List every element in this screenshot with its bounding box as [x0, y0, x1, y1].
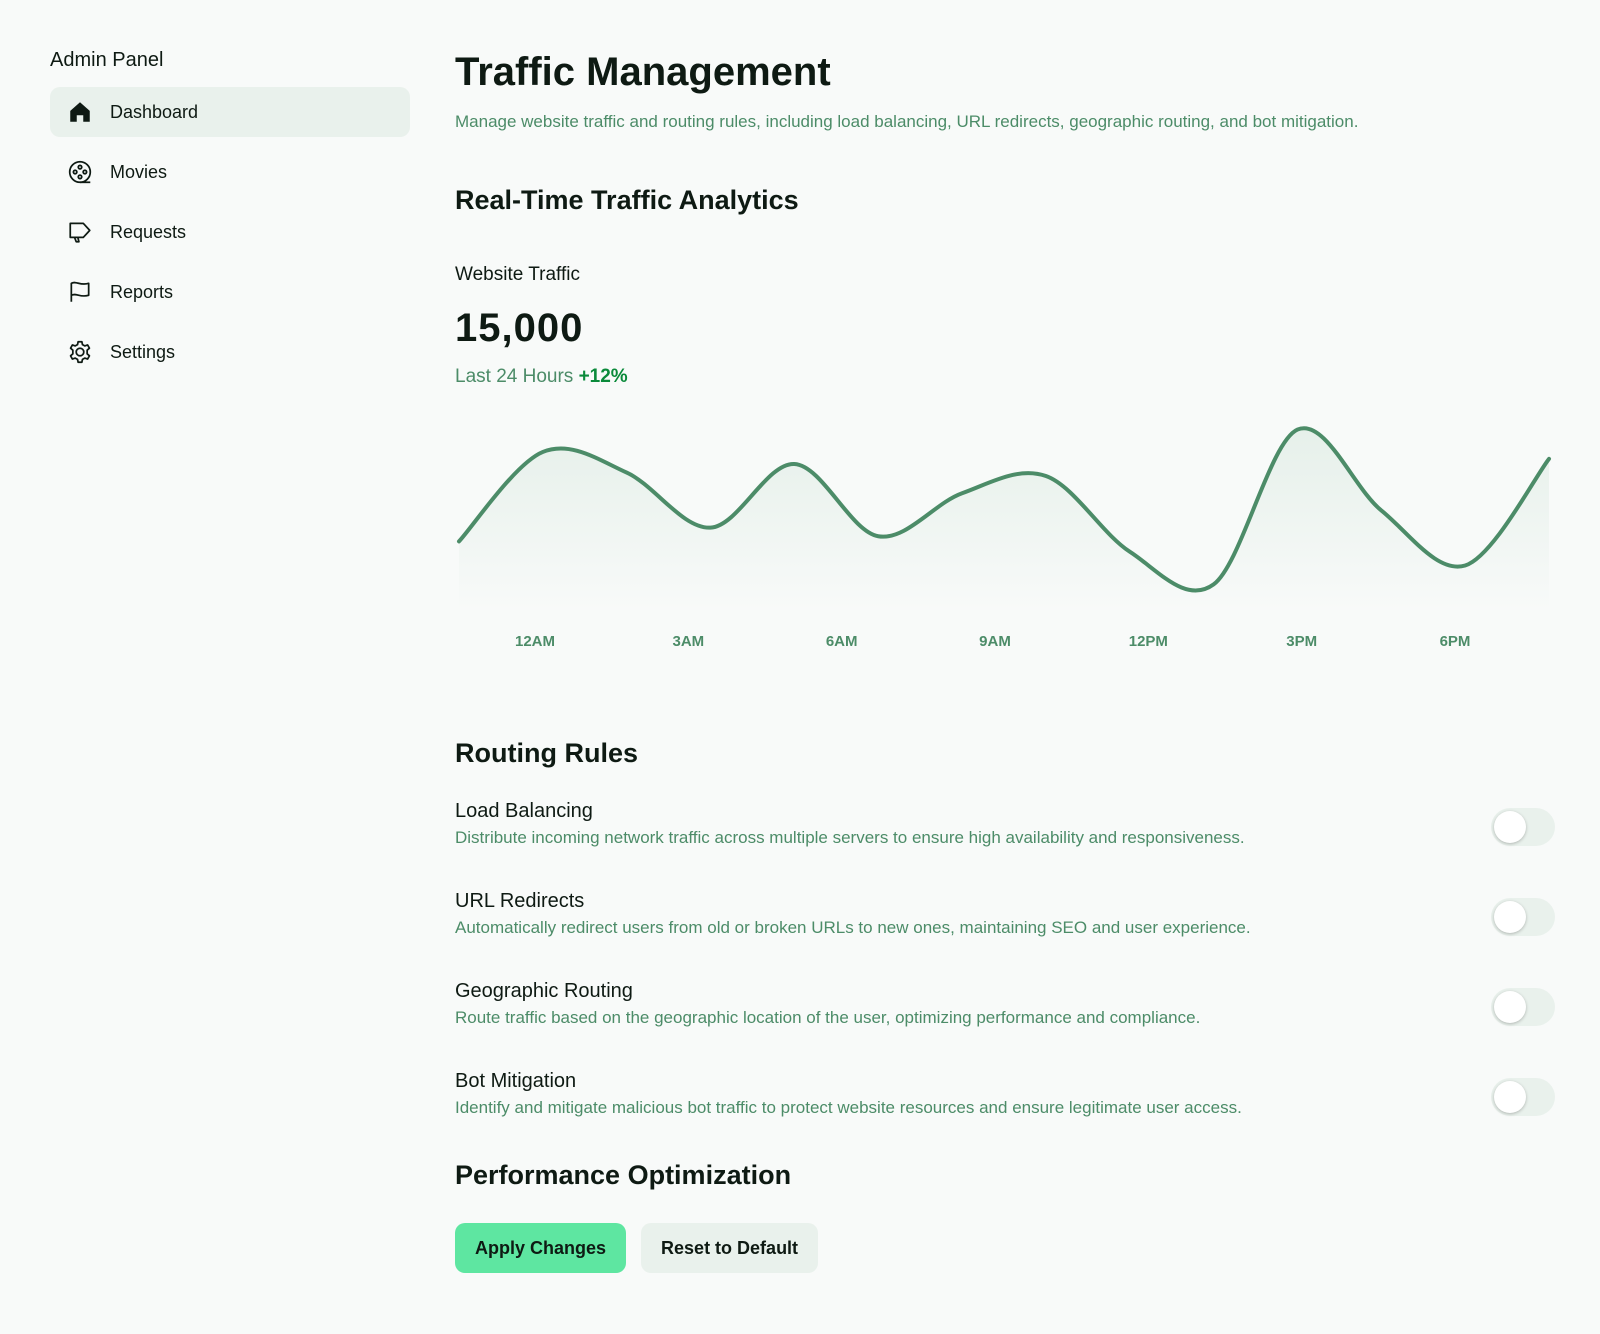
sidebar-title: Admin Panel: [50, 49, 164, 71]
rule-description: Route traffic based on the geographic lo…: [455, 1008, 1201, 1027]
x-tick-label: 9AM: [979, 633, 1011, 650]
performance-section-title: Performance Optimization: [455, 1160, 792, 1190]
toggle-knob: [1494, 901, 1526, 933]
rule-bot-mitigation: Bot Mitigation Identify and mitigate mal…: [455, 1067, 1555, 1129]
sidebar-item-requests[interactable]: Requests: [50, 207, 410, 257]
sidebar-item-label: Settings: [110, 341, 176, 362]
flag-icon: [66, 278, 94, 306]
sidebar-item-label: Dashboard: [110, 101, 199, 122]
reset-to-default-button[interactable]: Reset to Default: [641, 1223, 819, 1273]
sidebar-item-dashboard[interactable]: Dashboard: [50, 87, 410, 137]
traffic-chart: [455, 411, 1553, 611]
rule-title: URL Redirects: [455, 890, 585, 912]
sidebar-item-label: Reports: [110, 281, 174, 302]
sidebar: Admin Panel Dashboard Movies Requests Re…: [50, 44, 410, 387]
load-balancing-toggle[interactable]: [1491, 808, 1555, 846]
stat-meta: Last 24 Hours +12%: [455, 363, 1555, 391]
film-reel-icon: [66, 158, 94, 186]
apply-changes-button[interactable]: Apply Changes: [455, 1223, 627, 1273]
url-redirects-toggle[interactable]: [1491, 898, 1555, 936]
megaphone-icon: [66, 218, 94, 246]
stat-period: Last 24 Hours: [455, 366, 574, 387]
stat-value: 15,000: [455, 306, 584, 350]
sidebar-item-settings[interactable]: Settings: [50, 327, 410, 377]
gear-icon: [66, 338, 94, 366]
rule-title: Bot Mitigation: [455, 1070, 577, 1092]
geographic-routing-toggle[interactable]: [1491, 988, 1555, 1026]
stat-label: Website Traffic: [455, 264, 580, 285]
bot-mitigation-toggle[interactable]: [1491, 1078, 1555, 1116]
rule-title: Load Balancing: [455, 800, 593, 822]
main-content: Traffic Management Manage website traffi…: [455, 44, 1555, 1273]
x-tick-label: 12AM: [514, 633, 556, 650]
sidebar-item-reports[interactable]: Reports: [50, 267, 410, 317]
toggle-knob: [1494, 811, 1526, 843]
page-title: Traffic Management: [455, 50, 831, 94]
rule-url-redirects: URL Redirects Automatically redirect use…: [455, 887, 1555, 949]
rule-description: Automatically redirect users from old or…: [455, 918, 1251, 937]
analytics-section-title: Real-Time Traffic Analytics: [455, 185, 799, 215]
x-tick-label: 3AM: [672, 633, 705, 650]
sidebar-item-movies[interactable]: Movies: [50, 147, 410, 197]
x-tick-label: 3PM: [1286, 633, 1318, 650]
toggle-knob: [1494, 991, 1526, 1023]
toggle-knob: [1494, 1081, 1526, 1113]
rule-description: Distribute incoming network traffic acro…: [455, 828, 1245, 847]
sidebar-item-label: Requests: [110, 221, 187, 242]
home-icon: [66, 98, 94, 126]
traffic-area-fill: [459, 428, 1549, 611]
x-axis: 12AM 3AM 6AM 9AM 12PM 3PM 6PM: [455, 633, 1553, 657]
stat-change: +12%: [578, 366, 628, 387]
rule-title: Geographic Routing: [455, 980, 633, 1002]
routing-section-title: Routing Rules: [455, 738, 638, 768]
page-subtitle: Manage website traffic and routing rules…: [455, 112, 1359, 131]
rule-load-balancing: Load Balancing Distribute incoming netwo…: [455, 797, 1555, 859]
rule-geographic-routing: Geographic Routing Route traffic based o…: [455, 977, 1555, 1039]
rule-description: Identify and mitigate malicious bot traf…: [455, 1098, 1242, 1117]
sidebar-item-label: Movies: [110, 161, 168, 182]
routing-rules-list: Load Balancing Distribute incoming netwo…: [455, 797, 1555, 1129]
x-tick-label: 12PM: [1128, 633, 1168, 650]
traffic-chart-svg: [457, 426, 1551, 611]
x-tick-label: 6AM: [825, 633, 858, 650]
x-tick-label: 6PM: [1439, 633, 1471, 650]
action-bar: Apply Changes Reset to Default: [455, 1223, 1555, 1273]
